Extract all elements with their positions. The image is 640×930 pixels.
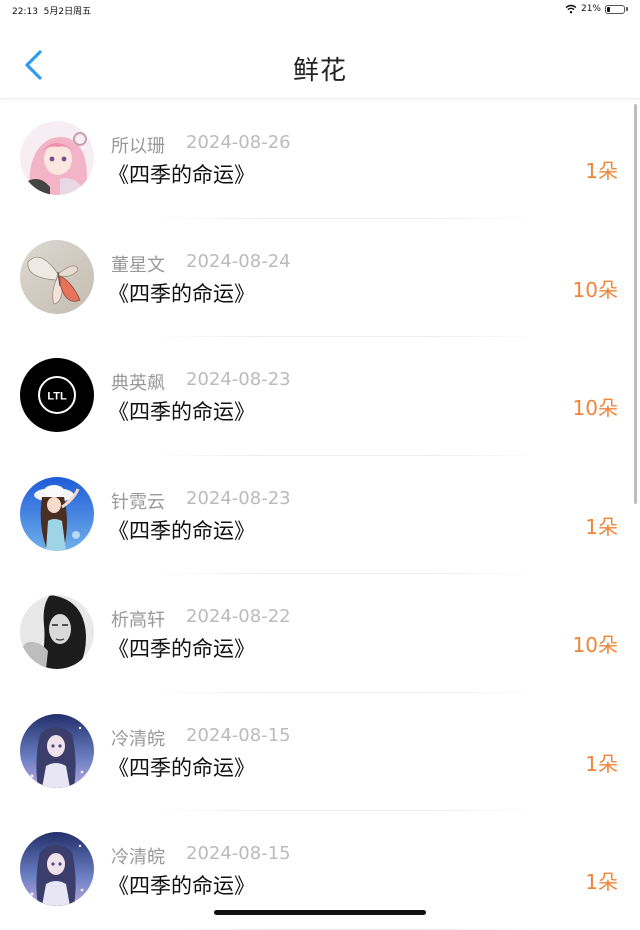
sender-name: 冷清皖 (111, 847, 165, 868)
gift-date: 2024-08-23 (186, 369, 291, 390)
sender-name: 典英飙 (111, 373, 165, 394)
home-indicator[interactable] (214, 910, 426, 915)
avatar[interactable] (20, 121, 94, 195)
ltl-logo-text: LTL (47, 391, 67, 403)
flower-count: 1朵 (585, 514, 618, 539)
list-item[interactable]: 所以珊 2024-08-26 《四季的命运》 1朵 (0, 100, 640, 219)
sender-name: 董星文 (111, 254, 165, 276)
list-item[interactable]: 董星文 2024-08-24 《四季的命运》 10朵 (0, 219, 640, 337)
gift-date: 2024-08-15 (186, 724, 291, 746)
status-clock: 22:13 (12, 7, 38, 17)
avatar[interactable] (20, 832, 94, 906)
sender-name: 析高轩 (111, 610, 165, 631)
book-title: 《四季的命运》 (108, 874, 255, 898)
navigation-bar: 鲜花 (0, 32, 640, 99)
gift-date: 2024-08-22 (186, 606, 291, 627)
sender-name: 针霓云 (111, 491, 165, 513)
list-item[interactable]: 针霓云 2024-08-23 《四季的命运》 1朵 (0, 456, 640, 574)
gift-date: 2024-08-24 (186, 250, 291, 272)
divider (150, 928, 540, 930)
page-title: 鲜花 (292, 56, 347, 86)
book-title: 《四季的命运》 (108, 281, 255, 306)
avatar[interactable] (20, 595, 94, 669)
battery-cap (626, 7, 628, 11)
list-item[interactable]: 冷清皖 2024-08-15 《四季的命运》 1朵 (0, 693, 640, 811)
book-title: 《四季的命运》 (108, 400, 255, 424)
avatar[interactable] (20, 713, 94, 788)
gift-date: 2024-08-26 (186, 132, 291, 153)
gift-date: 2024-08-23 (186, 487, 291, 509)
avatar[interactable]: LTL (20, 358, 94, 432)
status-bar: 22:13 5月2日周五 21% (0, 0, 640, 20)
flower-count: 10朵 (572, 396, 618, 420)
book-title: 《四季的命运》 (108, 637, 255, 661)
scrollbar[interactable] (634, 104, 637, 504)
battery-icon (605, 4, 625, 14)
list-item[interactable]: 析高轩 2024-08-22 《四季的命运》 10朵 (0, 574, 640, 693)
flower-list: 所以珊 2024-08-26 《四季的命运》 1朵 董星文 2024-08-24… (0, 100, 640, 930)
status-time: 22:13 5月2日周五 (12, 4, 91, 17)
gift-date: 2024-08-15 (186, 843, 291, 864)
wifi-icon (565, 4, 577, 14)
book-title: 《四季的命运》 (108, 518, 255, 543)
battery-fill (607, 6, 611, 12)
flower-count: 1朵 (585, 870, 618, 894)
flower-count: 1朵 (585, 751, 618, 776)
flower-count: 1朵 (585, 159, 618, 183)
book-title: 《四季的命运》 (108, 163, 255, 187)
battery-percent: 21% (580, 4, 601, 14)
sender-name: 所以珊 (111, 136, 165, 157)
flower-count: 10朵 (572, 277, 618, 302)
avatar[interactable] (20, 476, 94, 551)
status-date: 5月2日周五 (43, 7, 92, 17)
avatar[interactable] (20, 239, 94, 314)
list-item[interactable]: LTL 典英飙 2024-08-23 《四季的命运》 10朵 (0, 337, 640, 456)
sender-name: 冷清皖 (111, 728, 165, 750)
flower-count: 10朵 (572, 633, 618, 657)
status-indicators: 21% (565, 4, 628, 14)
book-title: 《四季的命运》 (108, 755, 255, 780)
